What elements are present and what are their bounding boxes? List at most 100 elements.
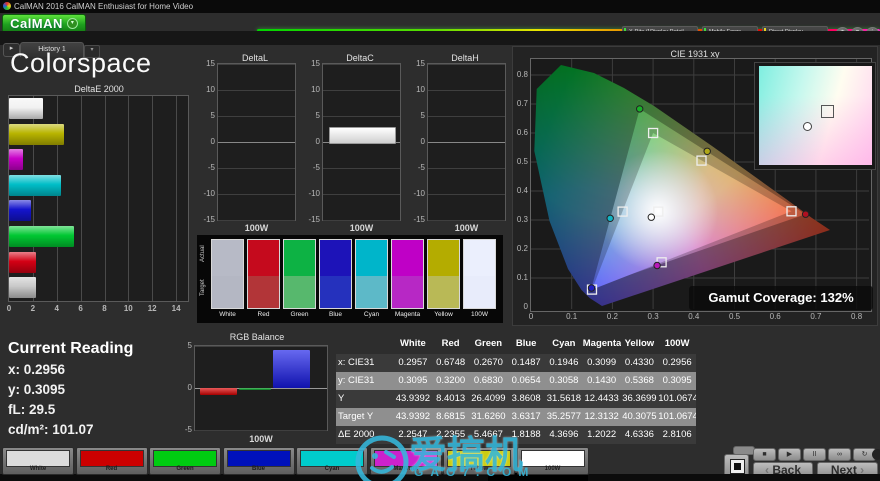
swatch-label: Cyan bbox=[363, 311, 380, 318]
table-cell: 0.3095 bbox=[398, 375, 428, 386]
deltae-bar-100w bbox=[9, 98, 43, 119]
deltae-bar-white bbox=[9, 277, 36, 299]
pattern-button-100w[interactable]: 100W bbox=[516, 447, 589, 475]
pattern-button-label: Blue bbox=[251, 466, 265, 472]
x-tick-label: 0.8 bbox=[851, 312, 863, 321]
table-cell: 0.1487 bbox=[511, 357, 541, 368]
gridline bbox=[152, 96, 154, 301]
table-cell: 2.8106 bbox=[662, 429, 692, 440]
x-tick-label: 0.7 bbox=[810, 312, 822, 321]
play-button[interactable]: ▶ bbox=[778, 448, 801, 461]
table-cell: 0.5368 bbox=[624, 375, 654, 386]
pattern-button-white[interactable]: White bbox=[2, 447, 74, 475]
pattern-color-patch bbox=[6, 450, 70, 467]
table-cell: 0.4330 bbox=[624, 357, 654, 368]
delta-lch-charts: DeltaL 15 10 5 0 -5 -10 -15 100W DeltaC 15 10 5 0 -5 -1… bbox=[197, 53, 506, 235]
x-tick-label: 6 bbox=[78, 304, 83, 313]
gamut-coverage-label: Gamut Coverage: bbox=[708, 290, 817, 305]
swatch-actual bbox=[248, 240, 279, 276]
rgb-bar-blue bbox=[273, 350, 310, 388]
swatch-target bbox=[356, 276, 387, 308]
x-axis-label: 100W bbox=[349, 223, 374, 233]
inset-target-square bbox=[821, 105, 834, 119]
pause-button[interactable]: II bbox=[803, 448, 826, 461]
table-cell: 0.6748 bbox=[436, 357, 466, 368]
results-table: White Red Green Blue Cyan Magenta Yellow 100W x:… bbox=[336, 334, 696, 444]
rgb-balance-plot bbox=[194, 345, 328, 431]
deltae-bar-yellow bbox=[9, 123, 65, 145]
y-tick-label: 15 bbox=[206, 59, 215, 68]
pattern-button-cyan[interactable]: Cyan bbox=[296, 447, 368, 475]
pattern-button-blue[interactable]: Blue bbox=[222, 447, 295, 475]
y-tick-label: 0 bbox=[315, 137, 320, 146]
y-tick-label: -15 bbox=[308, 215, 320, 224]
table-column-header: Green bbox=[474, 338, 503, 349]
gridline bbox=[428, 116, 505, 117]
swatch-label: Red bbox=[257, 311, 270, 318]
pattern-color-patch bbox=[153, 450, 217, 467]
stop-button[interactable]: ■ bbox=[753, 448, 776, 461]
gridline bbox=[323, 116, 400, 117]
y-tick-label: 5 bbox=[210, 111, 215, 120]
deltae-bar-blue bbox=[9, 200, 31, 222]
table-column-header: White bbox=[399, 338, 426, 349]
reading-line: fL: 29.5 bbox=[8, 402, 56, 417]
bottom-strip bbox=[0, 474, 880, 481]
y-tick-label: 0.1 bbox=[516, 273, 528, 282]
swatch-100w bbox=[463, 239, 496, 309]
y-tick-label: 0.6 bbox=[516, 128, 528, 137]
y-tick-label: -10 bbox=[413, 189, 425, 198]
x-tick-label: 0.5 bbox=[728, 312, 741, 321]
y-tick-label: 0.4 bbox=[516, 186, 528, 195]
swatch-label: Yellow bbox=[434, 311, 453, 318]
deltae-x-axis: 0 2 4 6 8 10 12 14 bbox=[7, 304, 189, 316]
table-cell: 1.2022 bbox=[587, 429, 617, 440]
rgb-bar-red bbox=[200, 388, 237, 395]
swatch-actual bbox=[428, 240, 459, 276]
table-cell: 2.2547 bbox=[398, 429, 428, 440]
y-tick-label: 0 bbox=[523, 302, 528, 311]
swatch-row-label-target: Target bbox=[200, 279, 206, 296]
gridline bbox=[323, 90, 400, 91]
y-tick-label: 5 bbox=[187, 341, 192, 350]
link-button[interactable]: ∞ bbox=[828, 448, 851, 461]
table-header-row: White Red Green Blue Cyan Magenta Yellow 100W bbox=[336, 334, 696, 354]
chevron-down-icon: ▾ bbox=[66, 18, 78, 29]
table-cell: 31.6260 bbox=[471, 411, 506, 422]
table-cell: 0.3099 bbox=[587, 357, 617, 368]
gridline bbox=[128, 96, 130, 301]
current-reading-title: Current Reading bbox=[8, 340, 134, 357]
table-cell: 0.3058 bbox=[549, 375, 579, 386]
y-tick-label: 0.8 bbox=[516, 70, 528, 79]
pattern-button-green[interactable]: Green bbox=[149, 447, 221, 475]
gridline bbox=[218, 90, 295, 91]
table-cell: 101.0674 bbox=[658, 393, 696, 404]
table-cell: 3.6317 bbox=[511, 411, 541, 422]
pattern-button-red[interactable]: Red bbox=[75, 447, 148, 475]
gamut-coverage-badge: Gamut Coverage: 132% bbox=[689, 286, 873, 310]
gridline bbox=[428, 90, 505, 91]
pattern-button-yellow[interactable]: Yellow bbox=[443, 447, 515, 475]
plot-area bbox=[217, 63, 296, 221]
table-column-header: Magenta bbox=[582, 338, 621, 349]
x-tick-label: 0 bbox=[528, 312, 534, 321]
swatch-target bbox=[464, 276, 495, 308]
delta-chart-deltah: DeltaH 15 10 5 0 -5 -10 -15 100W bbox=[411, 53, 507, 235]
table-cell: 0.1430 bbox=[587, 375, 617, 386]
table-corner-cell bbox=[336, 334, 394, 354]
rgb-bar-green bbox=[239, 388, 271, 390]
table-row-label: y: CIE31 bbox=[338, 375, 375, 386]
table-row-label: ΔE 2000 bbox=[338, 429, 375, 440]
table-cell: 101.0674 bbox=[658, 411, 696, 422]
title-bar: CalMAN 2016 CalMAN Enthusiast for Home V… bbox=[0, 0, 880, 13]
cie-measured-red bbox=[801, 210, 810, 218]
pattern-button-magenta[interactable]: Magenta bbox=[369, 447, 442, 475]
x-axis-label: 100W bbox=[244, 223, 269, 233]
delta-chart-deltal: DeltaL 15 10 5 0 -5 -10 -15 100W bbox=[201, 53, 297, 235]
y-tick-label: 10 bbox=[311, 85, 320, 94]
cie-whitepoint-inset bbox=[754, 62, 876, 170]
pattern-button-label: Magenta bbox=[393, 466, 418, 472]
y-tick-label: 10 bbox=[416, 85, 425, 94]
gridline bbox=[218, 64, 295, 65]
table-cell: 4.3696 bbox=[549, 429, 579, 440]
